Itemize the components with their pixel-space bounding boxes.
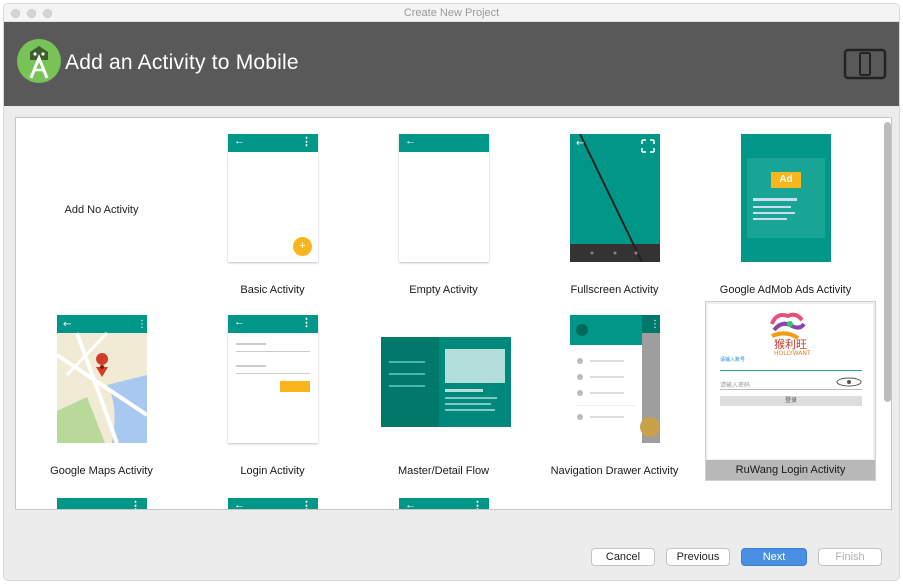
ruwang-login-button: 登录 (720, 396, 862, 406)
ruwang-account-underline (720, 370, 862, 371)
svg-text:←: ← (576, 138, 584, 149)
title-bar: Create New Project (4, 4, 899, 22)
overflow-menu-icon: ⋮ (472, 500, 483, 510)
tile-ruwang-login-activity[interactable]: 猴利旺 HOLLYWANT 请输入账号 请输入密码 登录 RuWang Logi… (705, 301, 876, 481)
tablet-device-icon[interactable] (843, 48, 887, 80)
overflow-menu-icon: ⋮ (301, 500, 312, 510)
tile-google-maps-activity[interactable]: ← ⋮ Google Maps Activity (16, 299, 187, 479)
tile-login-activity[interactable]: ← ⋮ Login Activity (187, 299, 358, 479)
tile-label: Google AdMob Ads Activity (719, 284, 852, 296)
gallery-scrollbar[interactable] (884, 122, 891, 402)
svg-text:⋮: ⋮ (650, 319, 660, 330)
back-arrow-icon: ← (234, 499, 245, 510)
activity-gallery[interactable]: Add No Activity ← ⋮ + Basic Activity ← Em… (15, 117, 892, 510)
ruwang-login-preview: 猴利旺 HOLLYWANT 请输入账号 请输入密码 登录 (708, 304, 873, 459)
create-project-window: Create New Project Add an Activity to Mo… (3, 3, 900, 581)
back-arrow-icon: ← (405, 135, 416, 147)
back-arrow-icon: ← (234, 316, 245, 328)
page-title: Add an Activity to Mobile (65, 51, 299, 74)
next-button[interactable]: Next (741, 548, 807, 566)
overflow-menu-icon: ⋮ (301, 317, 312, 329)
login-activity-preview: ← ⋮ (228, 315, 318, 443)
tile-admob-activity[interactable]: Ad Google AdMob Ads Activity (700, 118, 871, 298)
fullscreen-activity-preview: ← (570, 133, 660, 263)
previous-button[interactable]: Previous (666, 548, 730, 566)
tile-fullscreen-activity[interactable]: ← Fullscreen Activity (529, 118, 700, 298)
tile-add-no-activity[interactable]: Add No Activity (16, 118, 187, 298)
svg-text:⋮: ⋮ (137, 319, 147, 330)
ruwang-password-hint: 请输入密码 (720, 382, 751, 389)
maps-activity-preview: ← ⋮ (55, 315, 149, 444)
tile-label: Empty Activity (409, 284, 478, 296)
ruwang-password-underline (720, 389, 862, 390)
tile-basic-activity[interactable]: ← ⋮ + Basic Activity (187, 118, 358, 298)
cancel-button[interactable]: Cancel (591, 548, 655, 566)
tile-navigation-drawer-activity[interactable]: ⋮ Navigation Drawer Activity (529, 299, 700, 479)
back-arrow-icon: ← (405, 499, 416, 510)
partial-tile-preview[interactable]: ← ⋮ (228, 498, 318, 510)
master-detail-preview (381, 337, 511, 427)
tile-label: Login Activity (240, 465, 305, 477)
overflow-menu-icon: ⋮ (130, 500, 141, 510)
tile-label: Basic Activity (240, 284, 305, 296)
overflow-menu-icon: ⋮ (301, 136, 312, 148)
show-password-eye-icon (836, 377, 862, 387)
tile-master-detail-flow[interactable]: Master/Detail Flow (358, 299, 529, 479)
ruwang-account-hint: 请输入账号 (720, 357, 746, 363)
fab-plus-icon: + (293, 237, 312, 256)
empty-activity-preview: ← (399, 134, 489, 262)
ruwang-brand-en: HOLLYWANT (774, 350, 811, 357)
admob-activity-preview: Ad (741, 134, 831, 262)
android-studio-logo-icon (17, 39, 61, 83)
tile-label: RuWang Login Activity (706, 460, 875, 480)
tile-label: Add No Activity (64, 204, 139, 216)
footer-buttons: Cancel Previous Next Finish (4, 542, 899, 572)
window-title: Create New Project (403, 7, 500, 19)
tile-label: Navigation Drawer Activity (550, 465, 679, 477)
svg-text:←: ← (63, 319, 71, 330)
header-banner: Add an Activity to Mobile (4, 22, 899, 106)
back-arrow-icon: ← (234, 135, 245, 147)
partial-tile-preview[interactable]: ← ⋮ (399, 498, 489, 510)
ad-badge: Ad (771, 172, 801, 188)
tile-label: Google Maps Activity (50, 465, 153, 477)
finish-button[interactable]: Finish (818, 548, 882, 566)
partial-tile-preview[interactable]: ⋮ (57, 498, 147, 510)
basic-activity-preview: ← ⋮ + (228, 134, 318, 262)
tile-empty-activity[interactable]: ← Empty Activity (358, 118, 529, 298)
tile-label: Master/Detail Flow (397, 465, 490, 477)
tile-label: Fullscreen Activity (570, 284, 659, 296)
nav-drawer-preview: ⋮ (570, 315, 660, 443)
